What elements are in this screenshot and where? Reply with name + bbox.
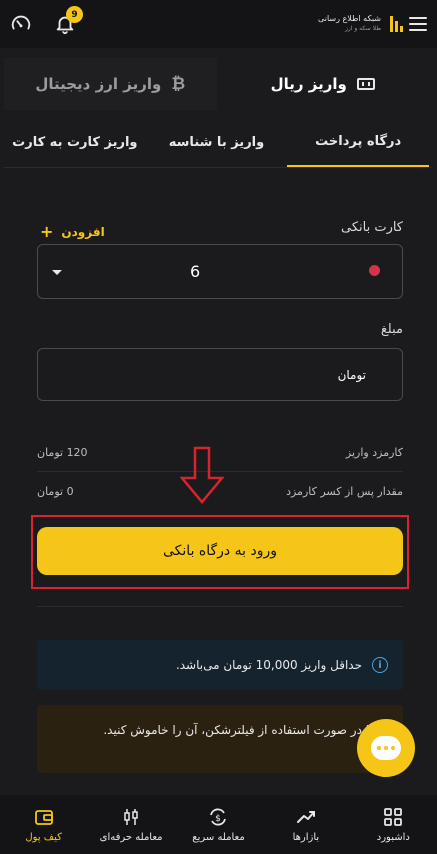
rial-icon [356,78,375,90]
amount-unit: تومان [337,368,366,382]
minimum-deposit-info: i حداقل واریز 10,000 تومان می‌باشد. [37,640,403,690]
notification-badge: 9 [66,6,83,23]
tab-deposit-by-id[interactable]: واریز با شناسه [146,118,288,167]
bank-card-select[interactable]: 6 [37,244,403,299]
add-card-button[interactable]: + افزودن [40,222,105,241]
tab-rial-deposit[interactable]: واریز ریال [216,58,429,110]
markets-icon [296,810,315,823]
header-actions: 9 [10,6,83,35]
chevron-down-icon [52,270,62,275]
dashboard-icon [384,807,403,826]
net-amount-value: 0 تومان [37,485,74,498]
brand-text: شبکه اطلاع رسانی طلا سکه و ارز [318,14,381,34]
top-header: شبکه اطلاع رسانی طلا سکه و ارز 9 [0,0,437,48]
nav-label: داشبورد [376,831,410,843]
fee-value: 120 تومان [37,446,88,459]
wallet-icon [34,809,53,825]
nav-pro-trade[interactable]: معامله حرفه‌ای [87,795,174,854]
tab-label: واریز ارز دیجیتال [35,75,162,93]
info-icon: i [372,657,388,673]
menu-icon[interactable] [409,17,427,31]
deposit-method-tabs: درگاه پرداخت واریز با شناسه واریز کارت ب… [4,118,429,168]
nav-label: معامله حرفه‌ای [99,831,163,843]
support-chat-button[interactable] [357,719,415,777]
nav-dashboard[interactable]: داشبورد [350,795,437,854]
nav-markets[interactable]: بازارها [262,795,349,854]
nav-wallet[interactable]: کیف پول [0,795,87,854]
annotation-arrow-icon [180,446,224,504]
quick-trade-icon: $ [210,808,227,825]
bottom-navigation: داشبورد بازارها $ معامله سریع معامله حرف… [0,795,437,854]
info-text: حداقل واریز 10,000 تومان می‌باشد. [175,658,362,672]
warning-text: لطفا در صورت استفاده از فیلترشکن، آن را … [103,723,389,737]
logo-icon [387,16,403,32]
divider [37,606,403,607]
tab-card-to-card[interactable]: واریز کارت به کارت [4,118,146,167]
nav-label: کیف پول [25,831,62,843]
tab-label: واریز ریال [270,75,347,93]
amount-label: مبلغ [380,322,403,337]
bitcoin-icon: ₿ [171,74,186,94]
tab-crypto-deposit[interactable]: ₿ واریز ارز دیجیتال [4,58,217,110]
brand: شبکه اطلاع رسانی طلا سکه و ارز [318,14,427,34]
amount-input[interactable]: تومان [37,348,403,401]
nav-quick-trade[interactable]: $ معامله سریع [175,795,262,854]
card-value: 6 [190,262,201,281]
fee-label: کارمزد واریز [345,446,403,459]
plus-icon: + [40,222,54,241]
notifications-button[interactable]: 9 [54,6,83,35]
deposit-type-tabs: واریز ریال ₿ واریز ارز دیجیتال [4,58,429,110]
net-amount-label: مقدار پس از کسر کارمزد [286,485,403,498]
pro-trade-icon [124,808,138,825]
bank-logo-icon [369,265,380,276]
tab-payment-gateway[interactable]: درگاه پرداخت [287,118,429,167]
gauge-icon[interactable] [10,13,32,35]
brand-name: شبکه اطلاع رسانی [318,14,381,23]
nav-label: معامله سریع [192,831,245,843]
svg-text:$: $ [216,814,222,824]
card-label: کارت بانکی [340,220,403,235]
brand-subtitle: طلا سکه و ارز [345,25,381,32]
add-label: افزودن [61,224,105,239]
chat-icon [371,736,401,760]
vpn-warning: لطفا در صورت استفاده از فیلترشکن، آن را … [37,705,403,773]
nav-label: بازارها [292,831,320,843]
enter-bank-gateway-button[interactable]: ورود به درگاه بانکی [37,527,403,575]
